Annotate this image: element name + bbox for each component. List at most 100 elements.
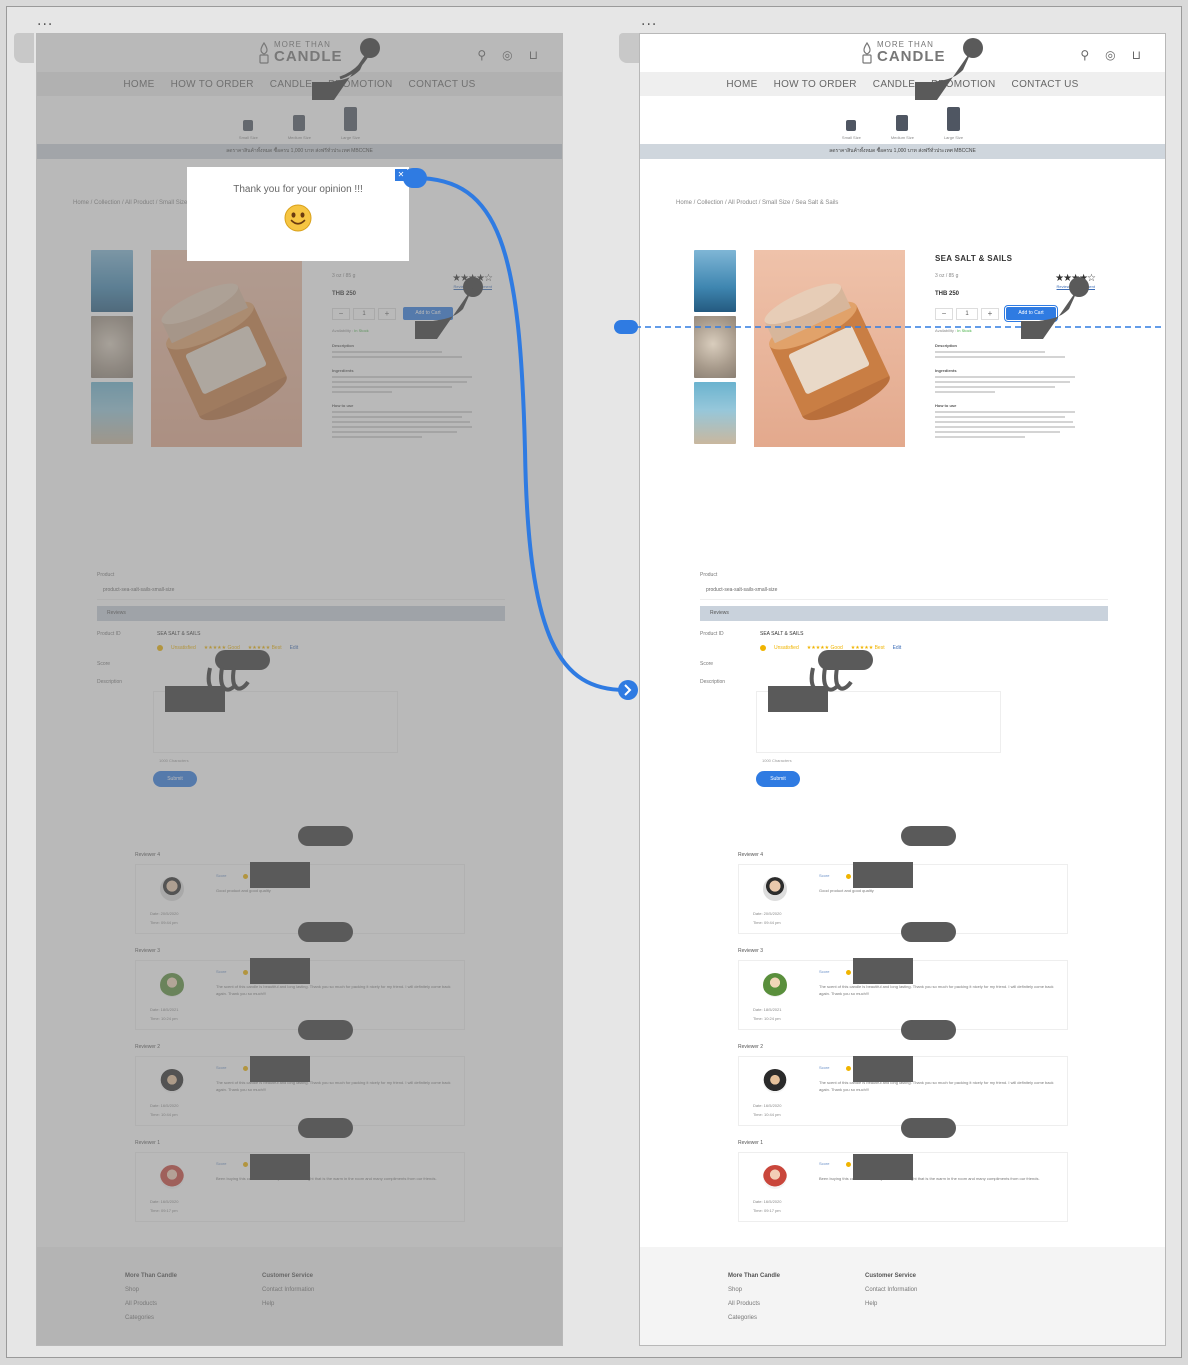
rating-radio-icon[interactable] bbox=[760, 645, 766, 651]
thumbnail-beach[interactable] bbox=[91, 382, 133, 444]
avatar bbox=[160, 1165, 184, 1189]
store-footer: More Than Candle Shop All Products Categori… bbox=[640, 1247, 1165, 1345]
quantity-stepper: − 1 + Add to Cart bbox=[332, 307, 492, 320]
qty-plus-button[interactable]: + bbox=[981, 307, 999, 320]
cart-icon[interactable]: ⊔ bbox=[529, 48, 538, 62]
size-medium[interactable]: Medium Size bbox=[288, 115, 311, 140]
cart-icon[interactable]: ⊔ bbox=[1132, 48, 1141, 62]
qty-plus-button[interactable]: + bbox=[378, 307, 396, 320]
size-medium[interactable]: Medium Size bbox=[891, 115, 914, 140]
thumbnail-sailboat[interactable] bbox=[694, 250, 736, 312]
list-item: Reviewer 2 Date: 16/5/2020 Time: 10:44 pm S… bbox=[135, 1044, 465, 1126]
nav-promotion[interactable]: PROMOTION bbox=[931, 79, 995, 90]
review-text: The scent of this candle is beautiful an… bbox=[216, 984, 451, 996]
submit-button[interactable]: Submit bbox=[153, 771, 197, 787]
footer-link-shop[interactable]: Shop bbox=[125, 1287, 139, 1293]
footer-link-shop[interactable]: Shop bbox=[728, 1287, 742, 1293]
submit-button[interactable]: Submit bbox=[756, 771, 800, 787]
review-link[interactable]: Review and comment bbox=[332, 284, 492, 289]
thumbnail-shell[interactable] bbox=[91, 316, 133, 378]
review-card: Date: 16/5/2020 Time: 09:17 pm Score Been b… bbox=[738, 1152, 1068, 1222]
review-link[interactable]: Review and comment bbox=[935, 284, 1095, 289]
footer-link-categories[interactable]: Categories bbox=[125, 1315, 154, 1321]
search-icon[interactable]: ⚲ bbox=[477, 48, 486, 62]
nav-contact-us[interactable]: CONTACT US bbox=[409, 79, 476, 90]
rating-edit-link[interactable]: Edit bbox=[290, 645, 299, 651]
form-product-input[interactable]: product-sea-salt-sails-small-size bbox=[700, 578, 1108, 600]
product-title: SEA SALT & SAILS bbox=[935, 254, 1013, 263]
nav-promotion[interactable]: PROMOTION bbox=[328, 79, 392, 90]
nav-home[interactable]: HOME bbox=[726, 79, 757, 90]
user-icon[interactable]: ◎ bbox=[502, 48, 512, 62]
list-item: Reviewer 1 Date: 16/5/2020 Time: 09:17 pm S… bbox=[135, 1140, 465, 1222]
breadcrumb[interactable]: Home / Collection / All Product / Small … bbox=[676, 200, 838, 206]
nav-how-to-order[interactable]: HOW TO ORDER bbox=[774, 79, 857, 90]
frame-options-right[interactable]: ... bbox=[641, 13, 657, 29]
footer-link-all-products[interactable]: All Products bbox=[125, 1301, 157, 1307]
user-icon[interactable]: ◎ bbox=[1105, 48, 1115, 62]
size-small[interactable]: Small Size bbox=[842, 120, 861, 140]
rating-option-2[interactable]: ★★★★★ Good bbox=[204, 645, 240, 651]
qty-minus-button[interactable]: − bbox=[332, 307, 350, 320]
rating-option-3[interactable]: ★★★★★ Best bbox=[248, 645, 282, 651]
footer-link-contact[interactable]: Contact Information bbox=[262, 1287, 314, 1293]
product-rating-stars: ★★★★☆ bbox=[452, 273, 493, 284]
size-small[interactable]: Small Size bbox=[239, 120, 258, 140]
form-product-input[interactable]: product-sea-salt-sails-small-size bbox=[97, 578, 505, 600]
search-icon[interactable]: ⚲ bbox=[1080, 48, 1089, 62]
review-text: Good product and good quality bbox=[216, 888, 271, 893]
nav-home[interactable]: HOME bbox=[123, 79, 154, 90]
nav-how-to-order[interactable]: HOW TO ORDER bbox=[171, 79, 254, 90]
size-large[interactable]: Large Size bbox=[341, 107, 360, 140]
store-logo[interactable]: MORE THAN CANDLE bbox=[860, 41, 946, 64]
footer-link-help[interactable]: Help bbox=[865, 1301, 877, 1307]
footer-link-categories[interactable]: Categories bbox=[728, 1315, 757, 1321]
footer-link-all-products[interactable]: All Products bbox=[728, 1301, 760, 1307]
store-logo[interactable]: MORE THAN CANDLE bbox=[257, 41, 343, 64]
thumbnail-shell[interactable] bbox=[694, 316, 736, 378]
review-title: Reviewer 3 bbox=[738, 948, 764, 954]
size-large-label: Large Size bbox=[340, 135, 361, 140]
star-icon bbox=[846, 1162, 851, 1167]
footer-link-contact[interactable]: Contact Information bbox=[865, 1287, 917, 1293]
qty-input[interactable]: 1 bbox=[353, 307, 375, 320]
footer-link-help[interactable]: Help bbox=[262, 1301, 274, 1307]
add-to-cart-button[interactable]: Add to Cart bbox=[403, 307, 453, 320]
avatar bbox=[763, 877, 787, 901]
product-image bbox=[754, 250, 905, 447]
rating-option-1[interactable]: Unsatisfied bbox=[171, 645, 196, 651]
frame-options-left[interactable]: ... bbox=[37, 13, 53, 29]
review-score: Score bbox=[819, 873, 830, 878]
add-to-cart-button[interactable]: Add to Cart bbox=[1004, 305, 1058, 322]
list-item: Reviewer 4 Date: 20/5/2020 Time: 09:44 pm S… bbox=[738, 852, 1068, 934]
close-icon[interactable]: ✕ bbox=[395, 169, 407, 181]
availability-value: In Stock bbox=[957, 328, 972, 333]
size-small-label: Small Size bbox=[238, 135, 258, 140]
nav-contact-us[interactable]: CONTACT US bbox=[1012, 79, 1079, 90]
review-time: Time: 10:24 pm bbox=[150, 1016, 178, 1021]
nav-candle[interactable]: CANDLE bbox=[873, 79, 915, 90]
rating-option-1[interactable]: Unsatisfied bbox=[774, 645, 799, 651]
review-card: Date: 18/5/2021 Time: 10:24 pm Score The sc… bbox=[738, 960, 1068, 1030]
qty-minus-button[interactable]: − bbox=[935, 307, 953, 320]
store-header: MORE THAN CANDLE ⚲ ◎ ⊔ bbox=[37, 34, 562, 72]
comment-textarea[interactable] bbox=[153, 691, 398, 753]
nav-candle[interactable]: CANDLE bbox=[270, 79, 312, 90]
qty-input[interactable]: 1 bbox=[956, 307, 978, 320]
comment-textarea[interactable] bbox=[756, 691, 1001, 753]
review-date: Date: 16/5/2020 bbox=[150, 1103, 179, 1108]
rating-edit-link[interactable]: Edit bbox=[893, 645, 902, 651]
thumbnail-sailboat[interactable] bbox=[91, 250, 133, 312]
char-count: 1000 Characters bbox=[762, 758, 792, 763]
medium-jar-icon bbox=[896, 115, 909, 131]
thumbnail-beach[interactable] bbox=[694, 382, 736, 444]
rating-option-3[interactable]: ★★★★★ Best bbox=[851, 645, 885, 651]
main-nav: HOME HOW TO ORDER CANDLE PROMOTION CONTA… bbox=[640, 72, 1165, 96]
small-jar-icon bbox=[846, 120, 857, 131]
review-score: Score bbox=[819, 1161, 830, 1166]
review-title: Reviewer 1 bbox=[135, 1140, 161, 1146]
review-text: Been buying this candle for over 4 years… bbox=[819, 1176, 1040, 1181]
size-large[interactable]: Large Size bbox=[944, 107, 963, 140]
rating-option-2[interactable]: ★★★★★ Good bbox=[807, 645, 843, 651]
rating-radio-icon[interactable] bbox=[157, 645, 163, 651]
